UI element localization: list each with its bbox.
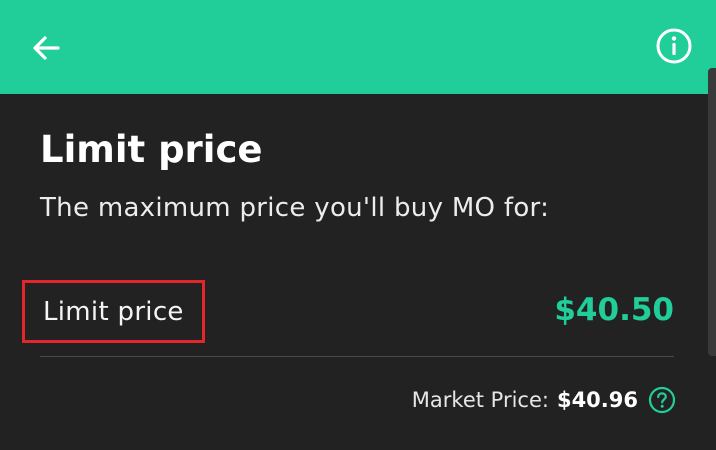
page-title: Limit price xyxy=(40,128,263,171)
back-button[interactable] xyxy=(22,24,70,72)
row-divider xyxy=(40,356,674,357)
market-price-line: Market Price: $40.96 xyxy=(412,386,676,414)
top-app-bar xyxy=(0,0,716,94)
limit-order-screen: Limit price The maximum price you'll buy… xyxy=(0,0,716,450)
market-price-label: Market Price: xyxy=(411,388,549,412)
main-content: Limit price The maximum price you'll buy… xyxy=(0,94,716,450)
question-circle-icon xyxy=(648,386,676,414)
arrow-left-icon xyxy=(33,36,60,60)
limit-price-value[interactable]: $40.50 xyxy=(554,288,674,332)
market-price-value: $40.96 xyxy=(556,388,638,412)
limit-price-row[interactable]: Limit price $40.50 xyxy=(0,280,716,346)
info-button[interactable] xyxy=(650,22,698,70)
market-price-help-button[interactable] xyxy=(648,386,676,414)
info-circle-icon xyxy=(656,28,692,64)
limit-price-label[interactable]: Limit price xyxy=(22,280,205,343)
scroll-indicator[interactable] xyxy=(708,68,716,356)
page-subtitle: The maximum price you'll buy MO for: xyxy=(40,193,550,223)
